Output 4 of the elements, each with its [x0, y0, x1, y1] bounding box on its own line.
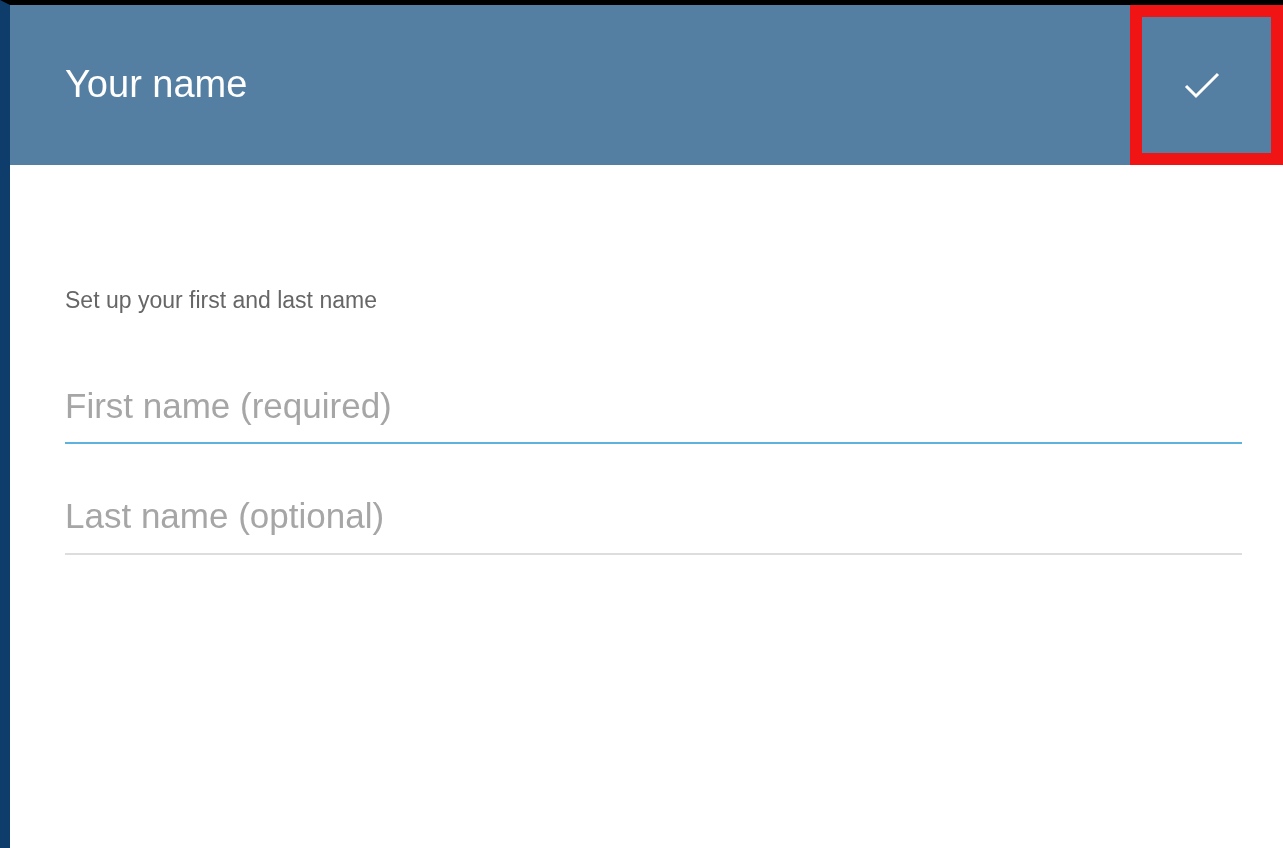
screen-title: Your name — [65, 62, 249, 108]
instruction-text: Set up your first and last name — [65, 286, 378, 315]
checkmark-icon — [1183, 71, 1220, 99]
input-field[interactable]: First name (required) — [65, 375, 1242, 444]
